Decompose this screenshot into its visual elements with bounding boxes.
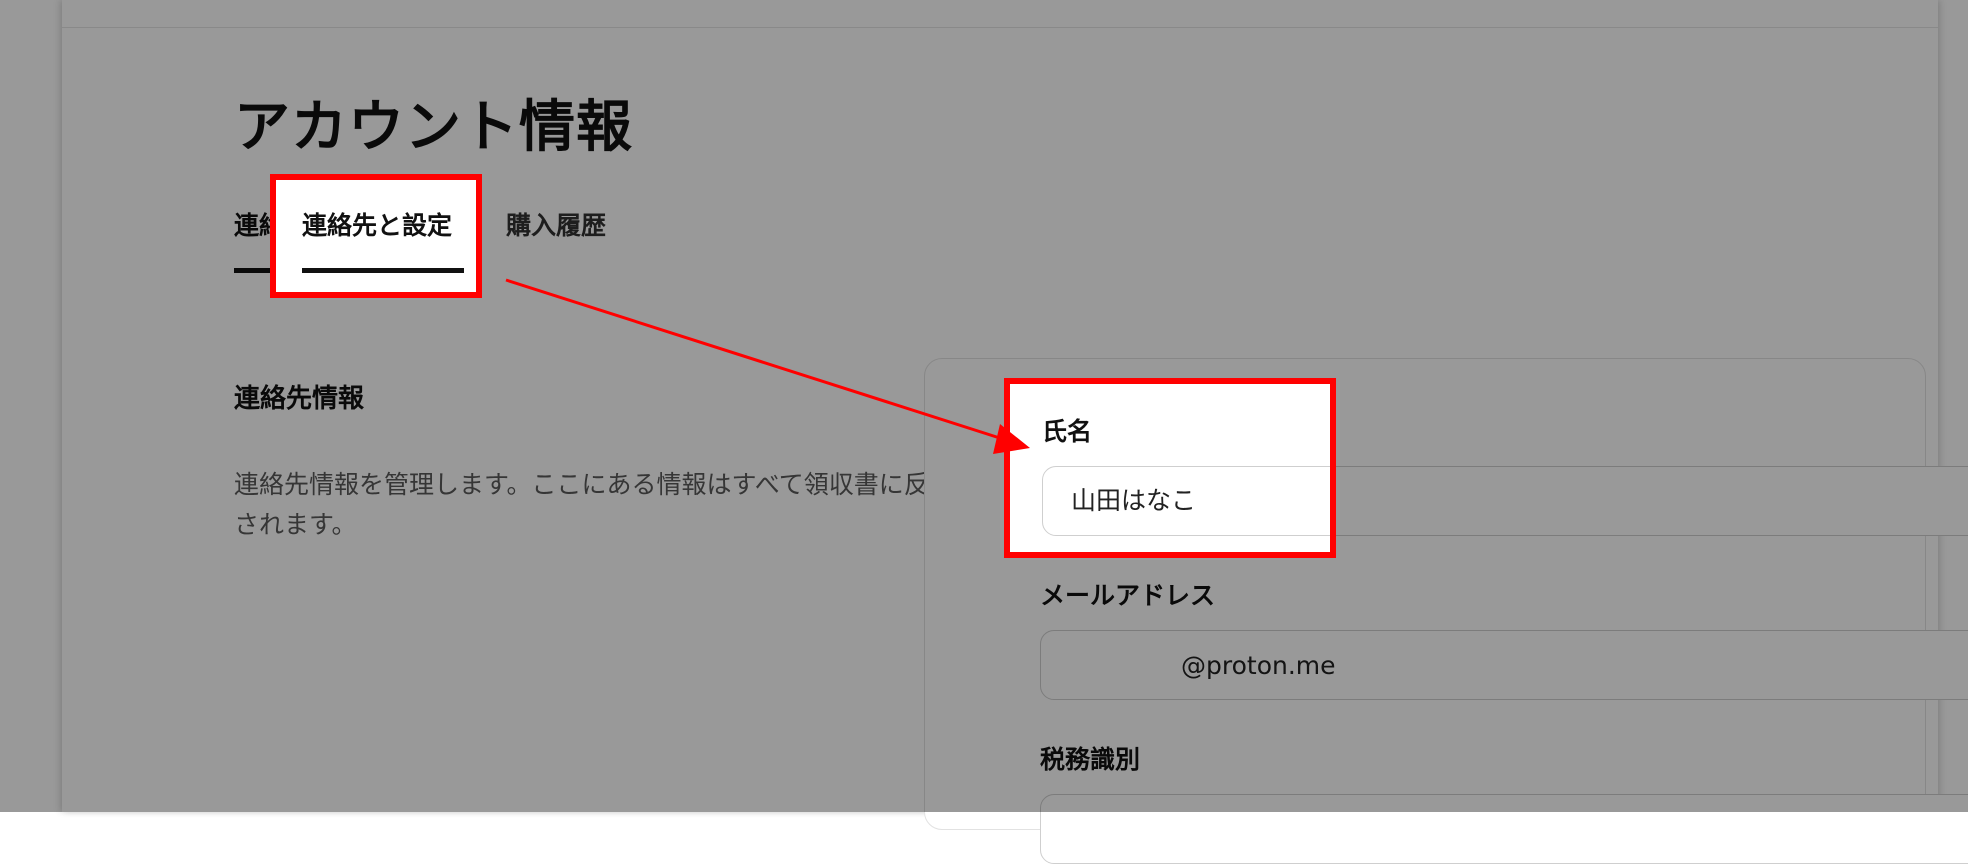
highlighted-name-label: 氏名	[1042, 417, 1093, 446]
page-title: アカウント情報	[234, 95, 633, 160]
email-label: メールアドレス	[1040, 581, 1216, 610]
tax-id-label: 税務識別	[1040, 745, 1141, 774]
contact-section-title: 連絡先情報	[234, 384, 365, 414]
name-field-highlight-box: 氏名 山田はなこ	[1004, 378, 1336, 558]
top-divider	[62, 27, 1938, 28]
contact-section-description: 連絡先情報を管理します。ここにある情報はすべて領収書に反映されます。	[234, 470, 954, 539]
tab-purchase-history[interactable]: 購入履歴	[506, 208, 606, 244]
tab-highlight-box: 連絡先と設定	[270, 174, 482, 298]
highlighted-name-input[interactable]: 山田はなこ	[1042, 466, 1330, 536]
highlighted-tab-underline	[302, 268, 464, 273]
highlighted-tab-label[interactable]: 連絡先と設定	[302, 208, 452, 244]
email-input[interactable]	[1040, 630, 1968, 700]
tax-id-input[interactable]	[1040, 794, 1968, 864]
